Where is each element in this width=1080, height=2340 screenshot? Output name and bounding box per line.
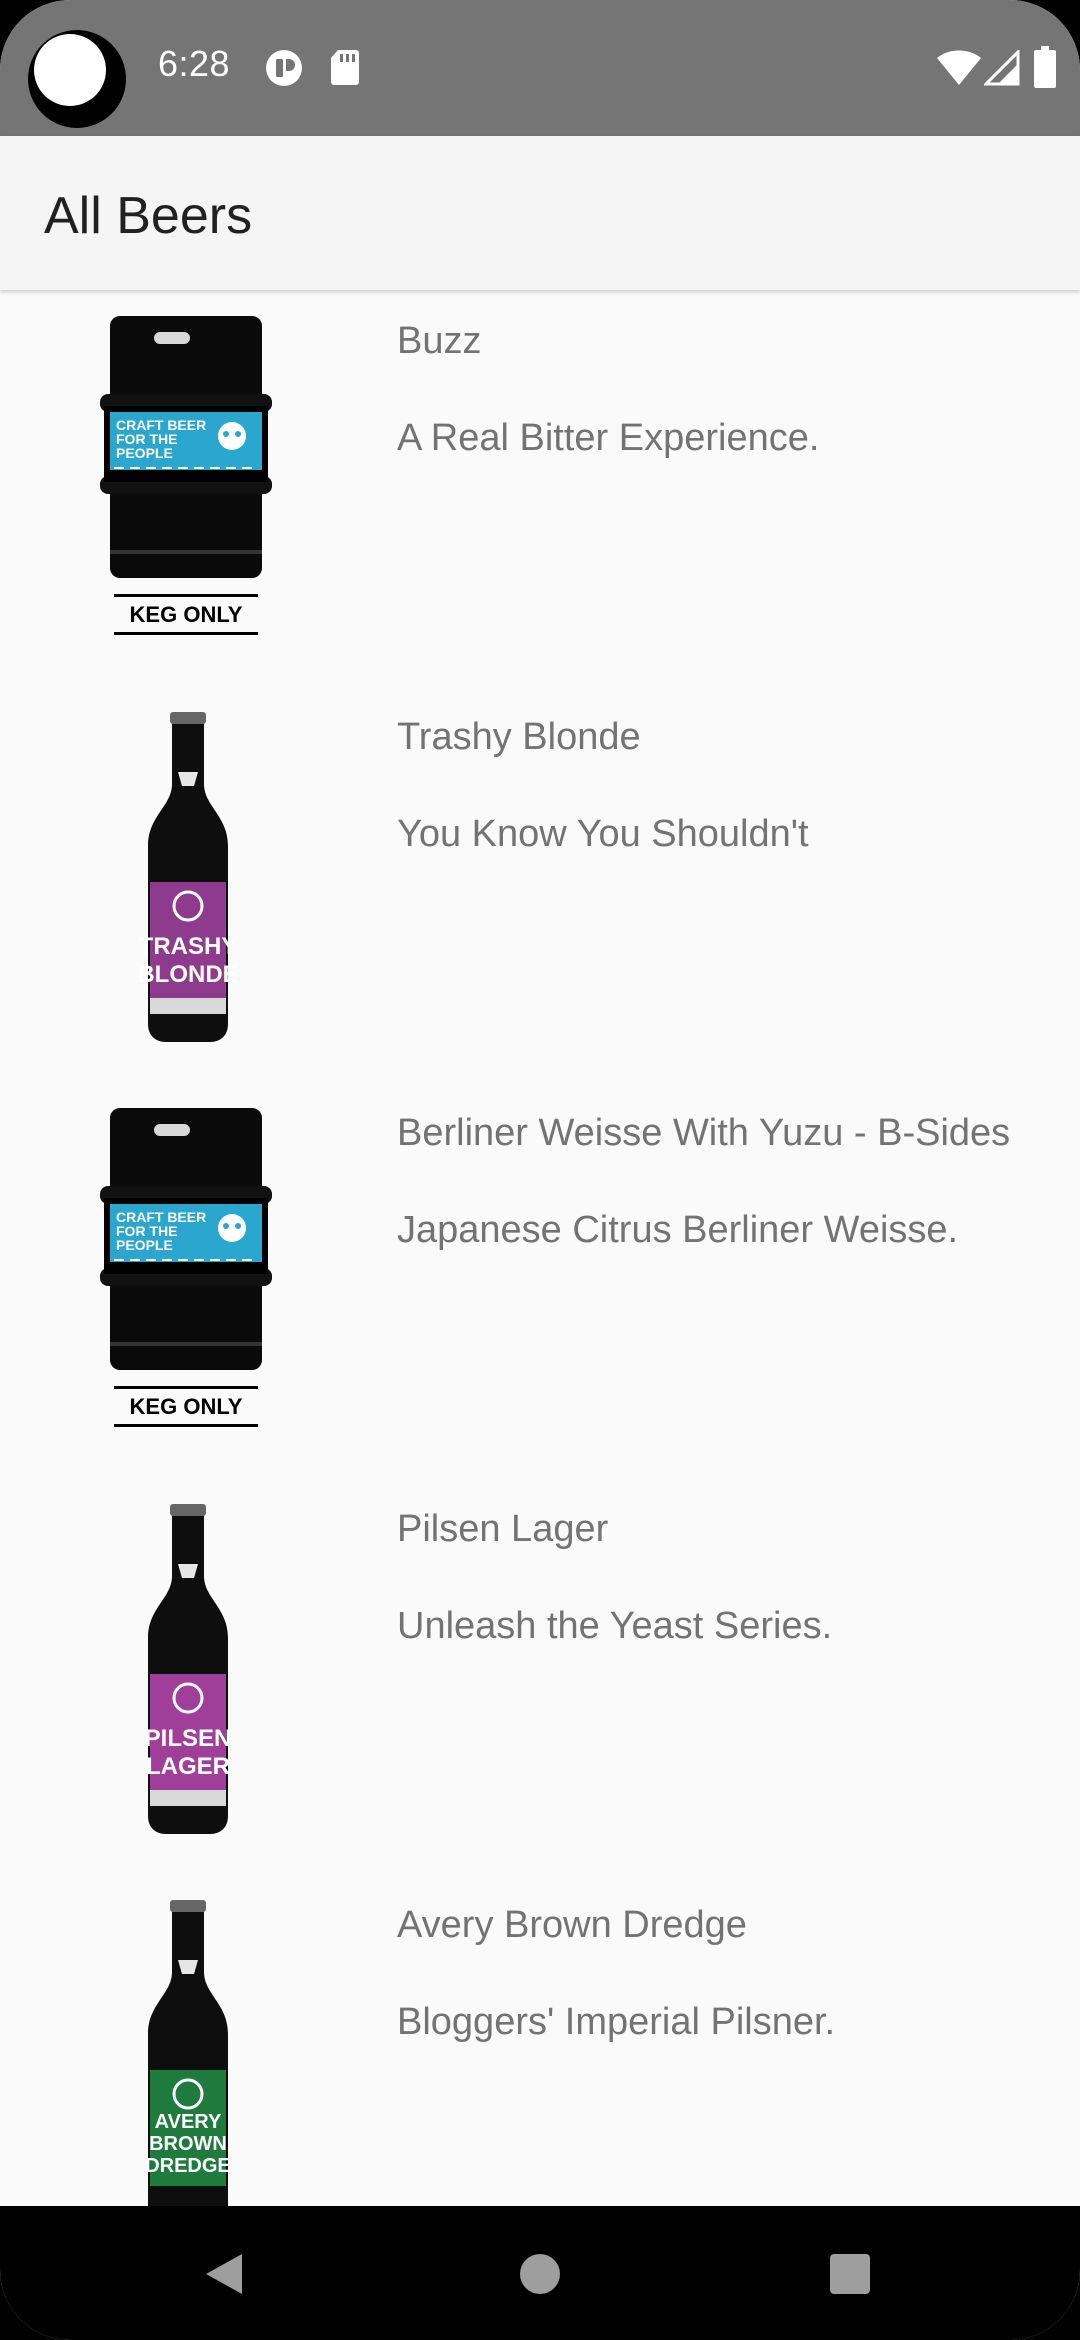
sd-card-icon: [331, 50, 359, 85]
beer-name: Trashy Blonde: [397, 716, 641, 758]
beer-name: Avery Brown Dredge: [397, 1904, 747, 1946]
page-title: All Beers: [44, 187, 253, 245]
phone-screen: 6:28 All Beers CRAFT BEER FOR THE PEOPLE…: [0, 0, 1080, 2340]
list-item[interactable]: PILSEN LAGER Pilsen Lager Unleash the Ye…: [0, 1478, 1080, 1874]
bottle-image: PILSEN LAGER: [145, 1504, 232, 1834]
beer-tagline: A Real Bitter Experience.: [397, 417, 820, 459]
beer-name: Pilsen Lager: [397, 1508, 609, 1550]
navigation-bar: [0, 2206, 1080, 2340]
list-item[interactable]: AVERY BROWN DREDGE Avery Brown Dredge Bl…: [0, 1874, 1080, 2206]
camera-cutout: [28, 30, 126, 128]
svg-text:BROWN: BROWN: [149, 2133, 227, 2155]
bottle-image: AVERY BROWN DREDGE: [145, 1900, 231, 2206]
beer-tagline: Bloggers' Imperial Pilsner.: [397, 2001, 836, 2043]
cell-signal-icon: [984, 50, 1020, 86]
back-icon[interactable]: [200, 2250, 248, 2298]
beer-name: Berliner Weisse With Yuzu - B-Sides: [397, 1112, 1011, 1154]
svg-text:PEOPLE: PEOPLE: [116, 1237, 173, 1253]
home-icon[interactable]: [518, 2252, 562, 2296]
bottle-image: TRASHY BLONDE: [137, 712, 239, 1042]
svg-text:TRASHY: TRASHY: [139, 933, 238, 960]
beer-name: Buzz: [397, 320, 482, 362]
data-saver-icon: [266, 50, 302, 86]
beer-list[interactable]: CRAFT BEER FOR THE PEOPLE KEG ONLY Buzz …: [0, 290, 1080, 2206]
svg-text:PEOPLE: PEOPLE: [116, 445, 173, 461]
svg-text:DREDGE: DREDGE: [145, 2155, 231, 2177]
svg-text:AVERY: AVERY: [155, 2111, 222, 2133]
svg-text:KEG ONLY: KEG ONLY: [130, 602, 243, 627]
svg-text:KEG ONLY: KEG ONLY: [130, 1394, 243, 1419]
svg-text:PILSEN: PILSEN: [145, 1725, 232, 1752]
beer-tagline: Unleash the Yeast Series.: [397, 1605, 833, 1647]
beer-tagline: You Know You Shouldn't: [397, 813, 809, 855]
svg-text:BLONDE: BLONDE: [137, 961, 238, 988]
beer-tagline: Japanese Citrus Berliner Weisse.: [397, 1209, 959, 1251]
status-bar: 6:28: [0, 0, 1080, 136]
svg-text:LAGER: LAGER: [146, 1753, 230, 1780]
battery-icon: [1034, 46, 1056, 88]
keg-image: CRAFT BEER FOR THE PEOPLE KEG ONLY: [100, 316, 272, 635]
list-item[interactable]: TRASHY BLONDE Trashy Blonde You Know You…: [0, 686, 1080, 1082]
recents-icon[interactable]: [828, 2252, 872, 2296]
app-bar: All Beers: [0, 136, 1080, 290]
keg-image: CRAFT BEER FOR THE PEOPLE KEG ONLY: [100, 1108, 272, 1427]
wifi-icon: [937, 50, 981, 85]
list-item[interactable]: CRAFT BEER FOR THE PEOPLE KEG ONLY Berli…: [0, 1082, 1080, 1478]
status-time: 6:28: [158, 43, 231, 84]
list-item[interactable]: CRAFT BEER FOR THE PEOPLE KEG ONLY Buzz …: [0, 290, 1080, 686]
